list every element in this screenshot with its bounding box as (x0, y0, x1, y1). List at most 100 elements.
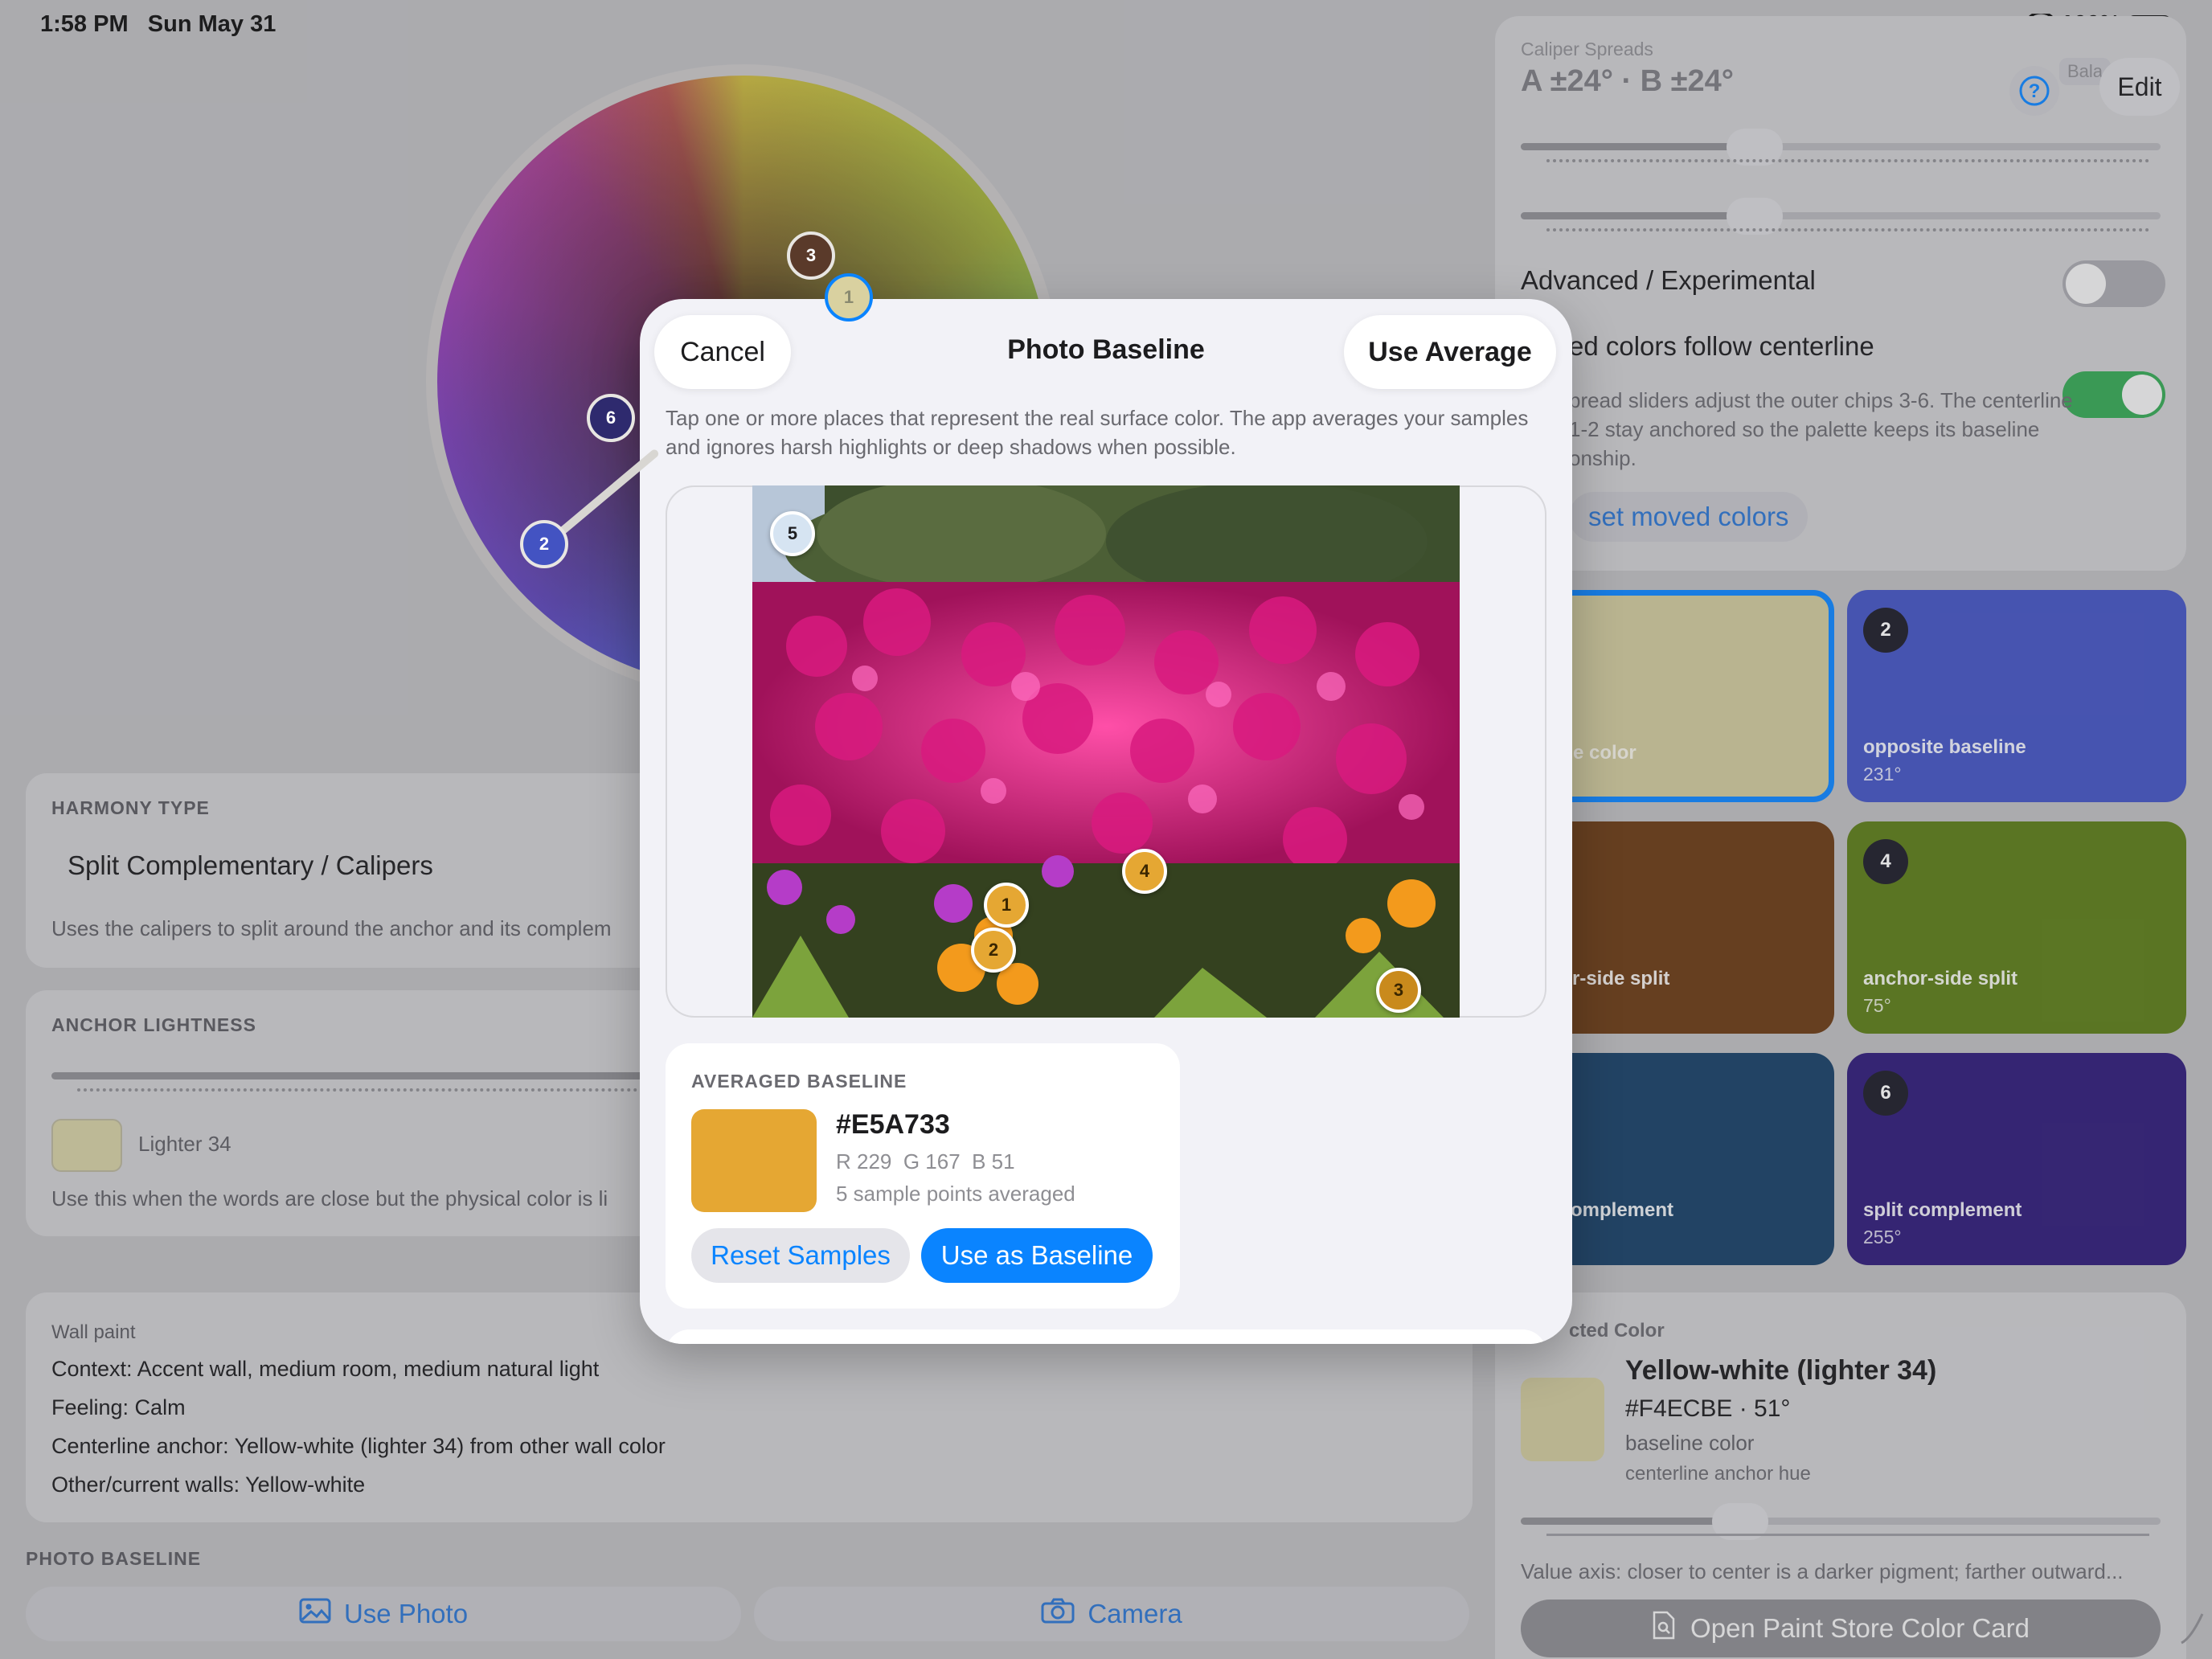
tile-label: omplement (1571, 1199, 1674, 1221)
reset-moved-label: set moved colors (1588, 502, 1789, 531)
averaged-swatch (691, 1109, 817, 1212)
reset-moved-button[interactable]: set moved colors (1569, 492, 1809, 542)
notes-title: Wall paint (51, 1321, 136, 1343)
notes-line: Other/current walls: Yellow-white (51, 1473, 366, 1497)
camera-label: Camera (1088, 1599, 1182, 1628)
camera-icon (1041, 1598, 1075, 1630)
notes-line: Centerline anchor: Yellow-white (lighter… (51, 1434, 666, 1458)
sample-point-label: 3 (1393, 980, 1404, 1000)
help-icon[interactable]: ? (2009, 66, 2059, 116)
wheel-chip-label: 6 (605, 408, 616, 428)
spread-b-ticks (1546, 228, 2149, 231)
sheet-instructions: Tap one or more places that represent th… (666, 406, 1529, 459)
open-color-card-label: Open Paint Store Color Card (1690, 1613, 2030, 1643)
edit-label: Edit (2117, 72, 2162, 101)
tile-number: 4 (1863, 839, 1908, 884)
color-tile-3[interactable]: r-side split (1527, 821, 1834, 1034)
document-search-icon (1652, 1611, 1676, 1646)
caliper-label: Caliper Spreads (1521, 39, 1653, 59)
photo-baseline-title: PHOTO BASELINE (26, 1548, 202, 1569)
pencil-indicator-icon (2175, 1608, 2207, 1648)
value-slider-fill (1521, 1518, 1730, 1525)
photo-frame: 5 1 2 4 3 (666, 485, 1546, 1018)
harmony-title: HARMONY TYPE (51, 797, 210, 818)
harmony-picker[interactable]: Split Complementary / Calipers (68, 850, 433, 881)
open-color-card-button[interactable]: Open Paint Store Color Card (1521, 1600, 2161, 1657)
selected-name: Yellow-white (lighter 34) (1625, 1355, 1937, 1386)
tile-label: anchor-side split (1863, 968, 2018, 989)
wheel-chip-6[interactable]: 6 (587, 394, 635, 442)
use-photo-button[interactable]: Use Photo (26, 1587, 741, 1641)
tile-label: opposite baseline (1863, 736, 2026, 758)
wheel-chip-label: 2 (539, 534, 550, 554)
caliper-value: A ±24° · B ±24° (1521, 64, 1734, 98)
reset-samples-button[interactable]: Reset Samples (691, 1228, 910, 1283)
sample-point-1[interactable]: 1 (984, 883, 1029, 928)
reset-samples-label: Reset Samples (711, 1240, 891, 1270)
edit-button[interactable]: Edit (2099, 58, 2180, 116)
follow-description: pread sliders adjust the outer chips 3-6… (1569, 388, 2073, 470)
color-tile-2[interactable]: 2 opposite baseline 231° (1847, 590, 2186, 802)
tile-degree: 255° (1863, 1227, 1902, 1247)
sample-point-5[interactable]: 5 (770, 511, 815, 556)
harmony-description: Uses the calipers to split around the an… (51, 916, 612, 940)
caliper-panel: Caliper Spreads A ±24° · B ±24° Bala ? E… (1495, 16, 2186, 571)
anchor-swatch-label: Lighter 34 (138, 1132, 231, 1156)
averaged-title: AVERAGED BASELINE (691, 1071, 907, 1092)
tile-number: 6 (1863, 1071, 1908, 1116)
wheel-chip-label: 3 (805, 245, 817, 265)
color-tile-1[interactable]: e color (1527, 590, 1834, 802)
tile-label: r-side split (1572, 968, 1670, 989)
sample-point-label: 2 (988, 940, 999, 960)
sample-point-label: 5 (787, 523, 798, 543)
svg-text:?: ? (2029, 80, 2041, 102)
selected-hex: #F4ECBE · 51° (1625, 1395, 1791, 1422)
tile-label: split complement (1863, 1199, 2022, 1221)
value-slider-baseline (1546, 1534, 2149, 1536)
color-tile-5[interactable]: omplement (1527, 1053, 1834, 1265)
wheel-chip-1[interactable]: 1 (825, 273, 873, 322)
anchor-description: Use this when the words are close but th… (51, 1186, 608, 1210)
sample-point-2[interactable]: 2 (971, 928, 1016, 973)
value-axis-note: Value axis: closer to center is a darker… (1521, 1559, 2124, 1583)
flower-photo-image (752, 485, 1460, 1018)
wheel-chip-2[interactable]: 2 (520, 520, 568, 568)
notes-line: Context: Accent wall, medium room, mediu… (51, 1357, 600, 1381)
sample-point-label: 1 (1001, 895, 1012, 915)
clock: 1:58 PM (40, 11, 129, 37)
date: Sun May 31 (147, 11, 276, 37)
use-as-baseline-label: Use as Baseline (940, 1240, 1133, 1270)
camera-button[interactable]: Camera (754, 1587, 1469, 1641)
advanced-label: Advanced / Experimental (1521, 265, 1816, 295)
sample-point-3[interactable]: 3 (1376, 968, 1421, 1013)
photo-icon (299, 1598, 331, 1630)
use-average-label: Use Average (1368, 336, 1532, 367)
tile-label: e color (1573, 742, 1636, 764)
sample-photo[interactable]: 5 1 2 4 3 (752, 485, 1460, 1018)
averaged-hex: #E5A733 (836, 1109, 950, 1140)
wheel-chip-label: 1 (843, 287, 854, 307)
sample-point-label: 4 (1139, 861, 1150, 881)
color-tile-6[interactable]: 6 split complement 255° (1847, 1053, 2186, 1265)
tile-degree: 75° (1863, 995, 1891, 1016)
use-photo-label: Use Photo (343, 1599, 469, 1628)
tile-degree: 231° (1863, 764, 1902, 784)
spread-b-fill (1521, 212, 1738, 219)
anchor-swatch (51, 1119, 122, 1172)
color-tile-4[interactable]: 4 anchor-side split 75° (1847, 821, 2186, 1034)
follow-label: ed colors follow centerline (1569, 331, 1874, 361)
selected-swatch (1521, 1378, 1604, 1461)
photo-baseline-sheet: Cancel Photo Baseline Use Average Tap on… (640, 299, 1572, 1344)
wheel-chip-3[interactable]: 3 (787, 231, 835, 280)
averaged-baseline-card: AVERAGED BASELINE #E5A733 R 229 G 167 B … (666, 1043, 1180, 1309)
follow-toggle[interactable] (2062, 371, 2165, 418)
selected-color-panel: cted Color Yellow-white (lighter 34) #F4… (1495, 1292, 2186, 1659)
tile-number: 2 (1863, 608, 1908, 653)
averaged-count: 5 sample points averaged (836, 1182, 1075, 1206)
advanced-toggle[interactable] (2062, 260, 2165, 307)
next-card-edge (666, 1329, 1546, 1344)
sample-point-4[interactable]: 4 (1122, 849, 1167, 894)
use-average-button[interactable]: Use Average (1344, 315, 1556, 389)
use-as-baseline-button[interactable]: Use as Baseline (921, 1228, 1153, 1283)
spread-a-fill (1521, 143, 1738, 150)
